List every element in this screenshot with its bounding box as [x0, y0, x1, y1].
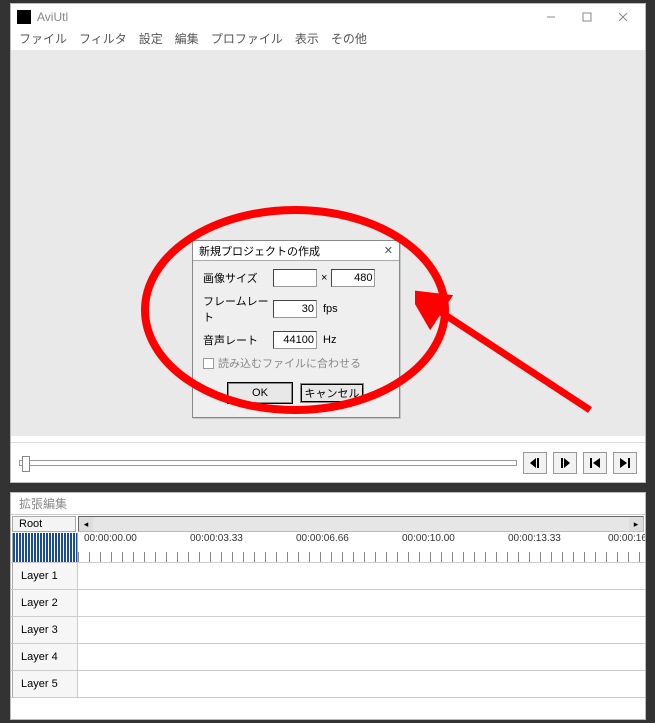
- layer-2-label[interactable]: Layer 2: [12, 590, 78, 616]
- image-size-label: 画像サイズ: [203, 270, 273, 286]
- layer-3-label[interactable]: Layer 3: [12, 617, 78, 643]
- layer-5-track[interactable]: [78, 671, 645, 697]
- playback-bar: [11, 442, 645, 482]
- next-frame-button[interactable]: [553, 452, 577, 474]
- ok-button[interactable]: OK: [228, 383, 292, 403]
- layer-4-label[interactable]: Layer 4: [12, 644, 78, 670]
- seek-slider[interactable]: [19, 460, 517, 466]
- scroll-right-button[interactable]: ▸: [629, 517, 643, 531]
- ruler-head: [12, 533, 78, 562]
- tc-2: 00:00:06.66: [296, 533, 349, 544]
- dialog-close-button[interactable]: ✕: [384, 244, 393, 257]
- ruler-ticks: [78, 552, 645, 562]
- timeline-scrollbar[interactable]: ◂ ▸: [78, 516, 644, 532]
- main-menubar: ファイル フィルタ 設定 編集 プロファイル 表示 その他: [11, 30, 645, 50]
- tc-5: 00:00:16: [608, 533, 645, 544]
- app-icon: [17, 10, 31, 24]
- time-ruler[interactable]: 00:00:00.00 00:00:03.33 00:00:06.66 00:0…: [78, 533, 645, 562]
- goto-end-button[interactable]: [613, 452, 637, 474]
- framerate-label: フレームレート: [203, 293, 273, 325]
- width-field[interactable]: [273, 269, 317, 287]
- timeline-title: 拡張編集: [11, 493, 645, 515]
- goto-start-button[interactable]: [583, 452, 607, 474]
- tc-1: 00:00:03.33: [190, 533, 243, 544]
- menu-view[interactable]: 表示: [295, 30, 319, 50]
- layer-1-label[interactable]: Layer 1: [12, 563, 78, 589]
- new-project-dialog: 新規プロジェクトの作成 ✕ 画像サイズ × フレームレート fps 音声レート …: [192, 240, 400, 418]
- checkbox-icon: [203, 358, 214, 369]
- menu-edit[interactable]: 編集: [175, 30, 199, 50]
- menu-other[interactable]: その他: [331, 30, 367, 50]
- main-titlebar: AviUtl: [11, 4, 645, 30]
- menu-filter[interactable]: フィルタ: [79, 30, 127, 50]
- layer-5-label[interactable]: Layer 5: [12, 671, 78, 697]
- layer-1-track[interactable]: [78, 563, 645, 589]
- dialog-titlebar: 新規プロジェクトの作成 ✕: [193, 241, 399, 261]
- hz-unit: Hz: [323, 334, 336, 346]
- audiorate-label: 音声レート: [203, 332, 273, 348]
- tc-0: 00:00:00.00: [84, 533, 137, 544]
- prev-frame-button[interactable]: [523, 452, 547, 474]
- checkbox-label: 読み込むファイルに合わせる: [218, 355, 361, 371]
- seek-knob[interactable]: [22, 456, 30, 472]
- match-file-checkbox[interactable]: 読み込むファイルに合わせる: [203, 355, 389, 371]
- tc-3: 00:00:10.00: [402, 533, 455, 544]
- timeline-window: 拡張編集 Root ◂ ▸ 00:00:00.00 00:00:03.33 00…: [10, 492, 646, 720]
- fps-unit: fps: [323, 303, 338, 315]
- menu-profile[interactable]: プロファイル: [211, 30, 283, 50]
- scroll-left-button[interactable]: ◂: [79, 517, 93, 531]
- tc-4: 00:00:13.33: [508, 533, 561, 544]
- size-separator: ×: [321, 272, 327, 284]
- minimize-button[interactable]: [533, 5, 569, 29]
- menu-file[interactable]: ファイル: [19, 30, 67, 50]
- layer-3-track[interactable]: [78, 617, 645, 643]
- audiorate-field[interactable]: [273, 331, 317, 349]
- cancel-button[interactable]: キャンセル: [300, 383, 364, 403]
- framerate-field[interactable]: [273, 300, 317, 318]
- root-cell[interactable]: Root: [12, 516, 76, 532]
- maximize-button[interactable]: [569, 5, 605, 29]
- app-title: AviUtl: [37, 10, 533, 24]
- dialog-title: 新規プロジェクトの作成: [199, 243, 320, 259]
- menu-settings[interactable]: 設定: [139, 30, 163, 50]
- height-field[interactable]: [331, 269, 375, 287]
- layer-2-track[interactable]: [78, 590, 645, 616]
- layer-4-track[interactable]: [78, 644, 645, 670]
- close-button[interactable]: [605, 5, 641, 29]
